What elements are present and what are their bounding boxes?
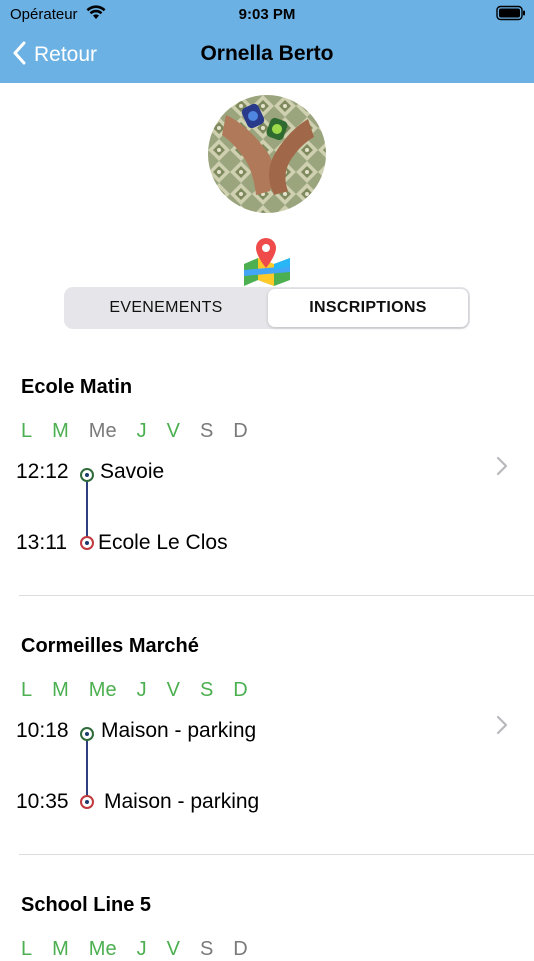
weekday-l: L: [21, 420, 33, 442]
tab-inscriptions[interactable]: INSCRIPTIONS: [268, 289, 468, 327]
weekday-me: Me: [88, 679, 117, 701]
weekday-s: S: [199, 679, 214, 701]
page-title: Ornella Berto: [200, 42, 334, 65]
status-time: 9:03 PM: [238, 6, 296, 23]
weekday-l: L: [21, 679, 33, 701]
departure-stop: Maison - parking: [101, 719, 257, 742]
weekday-d: D: [233, 679, 248, 701]
route-line: [86, 477, 88, 541]
weekday-list: L M Me J V S D: [21, 420, 268, 443]
arrival-dot-icon: [80, 795, 94, 809]
departure-time: 12:12: [16, 460, 69, 483]
route-line: [86, 736, 88, 800]
weekday-d: D: [233, 420, 248, 442]
route-name: Ecole Matin: [21, 376, 133, 398]
arrival-dot-icon: [80, 536, 94, 550]
departure-dot-icon: [80, 468, 94, 482]
weekday-j: J: [136, 420, 147, 442]
status-bar: Opérateur 9:03 PM: [0, 0, 534, 28]
divider: [19, 854, 534, 855]
weekday-s: S: [199, 420, 214, 442]
navigation-bar: Retour Ornella Berto: [0, 28, 534, 83]
weekday-v: V: [166, 679, 180, 701]
weekday-j: J: [136, 679, 147, 701]
chevron-right-icon[interactable]: [496, 456, 508, 481]
arrival-time: 13:11: [16, 531, 67, 554]
chevron-right-icon[interactable]: [496, 715, 508, 740]
tab-evenements[interactable]: EVENEMENTS: [66, 289, 266, 327]
weekday-m: M: [52, 420, 69, 442]
map-icon[interactable]: [242, 236, 292, 286]
battery-icon: [496, 5, 526, 26]
segmented-control: EVENEMENTS INSCRIPTIONS: [64, 287, 470, 329]
departure-stop: Savoie: [100, 460, 165, 483]
departure-dot-icon: [80, 727, 94, 741]
route-name: Cormeilles Marché: [21, 635, 199, 657]
arrival-stop: Ecole Le Clos: [98, 531, 228, 554]
weekday-m: M: [52, 679, 69, 701]
weekday-list: L M Me J V S D: [21, 679, 268, 702]
route-name: School Line 5: [21, 894, 152, 916]
weekday-me: Me: [88, 420, 117, 442]
avatar: [208, 95, 326, 213]
arrival-time: 10:35: [16, 790, 69, 813]
divider: [19, 595, 534, 596]
arrival-stop: Maison - parking: [104, 790, 260, 813]
weekday-v: V: [166, 420, 180, 442]
departure-time: 10:18: [16, 719, 69, 742]
